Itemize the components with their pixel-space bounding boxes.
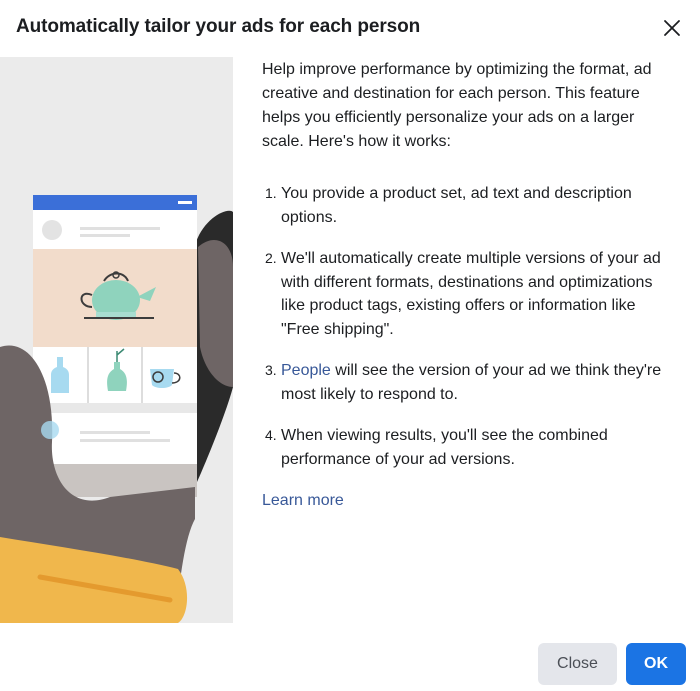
people-link[interactable]: People xyxy=(281,362,331,379)
list-item: 2. We'll automatically create multiple v… xyxy=(262,247,662,341)
ok-button[interactable]: OK xyxy=(626,643,686,685)
step-number: 3. xyxy=(265,362,277,378)
list-item: 1. You provide a product set, ad text an… xyxy=(262,182,662,229)
dialog-header: Automatically tailor your ads for each p… xyxy=(0,0,700,56)
step-number: 4. xyxy=(265,427,277,443)
phone-header-bar xyxy=(33,195,197,210)
step-text: When viewing results, you'll see the com… xyxy=(281,427,608,468)
steps-list: 1. You provide a product set, ad text an… xyxy=(262,182,662,471)
list-item: 3. People will see the version of your a… xyxy=(262,359,662,406)
list-item: 4. When viewing results, you'll see the … xyxy=(262,424,662,471)
avatar xyxy=(42,220,62,240)
close-button[interactable]: Close xyxy=(538,643,617,685)
step-text: We'll automatically create multiple vers… xyxy=(281,250,661,338)
step-text: will see the version of your ad we think… xyxy=(281,362,662,403)
close-icon[interactable] xyxy=(656,12,688,44)
illustration xyxy=(0,57,233,623)
dialog-content: Help improve performance by optimizing t… xyxy=(262,58,662,510)
step-text: You provide a product set, ad text and d… xyxy=(281,185,632,226)
learn-more-link[interactable]: Learn more xyxy=(262,492,344,510)
dialog: Automatically tailor your ads for each p… xyxy=(0,0,700,691)
step-number: 1. xyxy=(265,185,277,201)
step-number: 2. xyxy=(265,250,277,266)
intro-text: Help improve performance by optimizing t… xyxy=(262,61,652,150)
dialog-title: Automatically tailor your ads for each p… xyxy=(16,16,421,37)
